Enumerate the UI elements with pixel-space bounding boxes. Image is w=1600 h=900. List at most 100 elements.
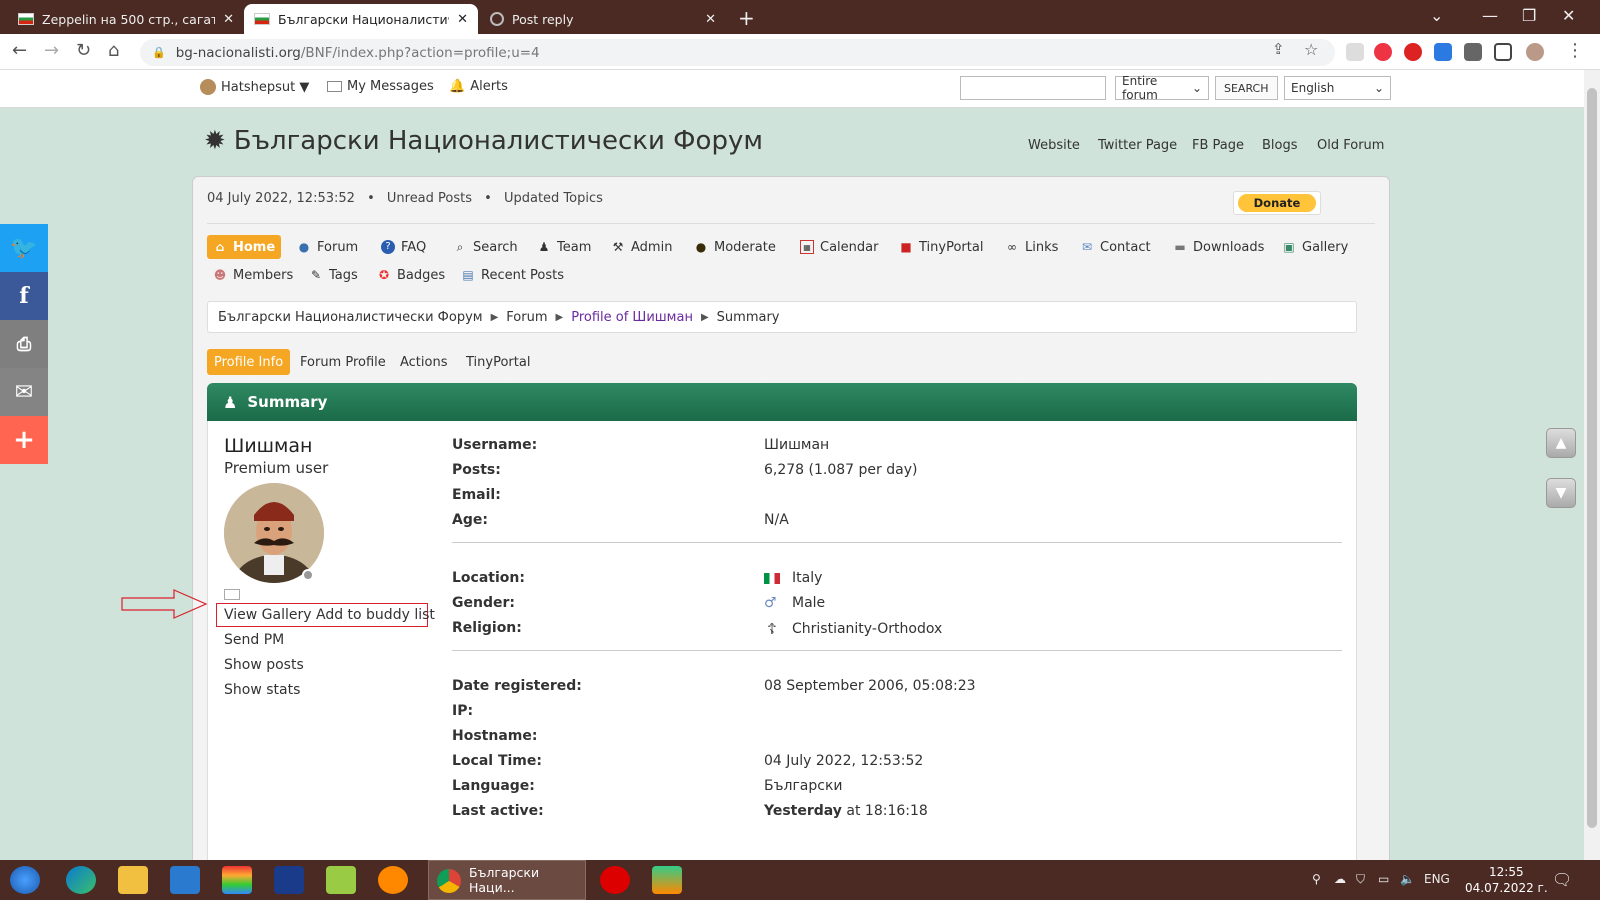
- mail-app-icon[interactable]: [170, 866, 200, 894]
- donate-button[interactable]: Donate: [1233, 191, 1321, 215]
- menu-item-calendar[interactable]: ▦ Calendar: [794, 235, 884, 259]
- block-extension-icon[interactable]: [1374, 43, 1392, 61]
- twitter-share-button[interactable]: 🐦: [0, 224, 48, 272]
- menu-item-tinyportal[interactable]: ■ TinyPortal: [893, 235, 989, 259]
- info-extension-icon[interactable]: [1346, 43, 1364, 61]
- spreadsheet-app-icon[interactable]: [326, 866, 356, 894]
- updated-topics-link[interactable]: Updated Topics: [504, 191, 603, 206]
- menu-item-downloads[interactable]: ▬ Downloads: [1167, 235, 1270, 259]
- close-icon[interactable]: ✕: [223, 12, 234, 27]
- menu-item-tags[interactable]: ✎ Tags: [303, 263, 364, 287]
- my-messages-link[interactable]: My Messages: [327, 79, 434, 94]
- facebook-share-button[interactable]: f: [0, 272, 48, 320]
- menu-item-home[interactable]: ⌂ Home: [207, 235, 282, 259]
- notification-icon[interactable]: 🗨: [1552, 870, 1572, 889]
- tab-search-icon[interactable]: ⌄: [1430, 6, 1443, 25]
- menu-icon[interactable]: ⋮: [1566, 40, 1584, 61]
- profile-avatar[interactable]: [1526, 43, 1544, 61]
- language-select[interactable]: English ⌄: [1284, 76, 1391, 100]
- show-stats-link[interactable]: Show stats: [224, 682, 300, 698]
- send-pm-link[interactable]: Send PM: [224, 632, 284, 648]
- page-scrollbar[interactable]: [1584, 70, 1600, 860]
- tab-tinyportal[interactable]: TinyPortal: [459, 349, 537, 375]
- search-scope-select[interactable]: Entire forum ⌄: [1115, 74, 1209, 102]
- tab-actions[interactable]: Actions: [393, 349, 455, 375]
- print-button[interactable]: ⎙: [0, 320, 48, 368]
- paperclip-icon[interactable]: ⚲: [1312, 872, 1321, 886]
- menu-item-gallery[interactable]: ▣ Gallery: [1276, 235, 1354, 259]
- taskbar-chrome-active[interactable]: Български Наци...: [428, 860, 586, 900]
- fb-page-link[interactable]: FB Page: [1192, 138, 1244, 153]
- system-clock[interactable]: 12:55 04.07.2022 г.: [1465, 864, 1548, 896]
- new-tab-button[interactable]: +: [738, 6, 755, 30]
- twitter-page-link[interactable]: Twitter Page: [1098, 138, 1177, 153]
- close-icon[interactable]: ✕: [457, 12, 468, 27]
- minimize-button[interactable]: —: [1482, 6, 1498, 25]
- menu-item-team[interactable]: ♟ Team: [531, 235, 597, 259]
- browser-tab-active[interactable]: Български Националистически ✕: [244, 4, 478, 34]
- cloud-icon[interactable]: ☁: [1334, 872, 1346, 886]
- input-language[interactable]: ENG: [1424, 872, 1450, 886]
- old-forum-link[interactable]: Old Forum: [1317, 138, 1384, 153]
- reload-icon[interactable]: ↻: [76, 40, 91, 61]
- unread-posts-link[interactable]: Unread Posts: [387, 191, 472, 206]
- forward-arrow-icon[interactable]: →: [44, 40, 59, 61]
- sidebar-icon[interactable]: [1494, 43, 1512, 61]
- bookmark-star-icon[interactable]: ☆: [1304, 40, 1318, 59]
- restore-button[interactable]: ❐: [1522, 6, 1536, 25]
- website-link[interactable]: Website: [1028, 138, 1080, 153]
- blogs-link[interactable]: Blogs: [1262, 138, 1298, 153]
- menu-item-members[interactable]: ☻ Members: [207, 263, 299, 287]
- edge-browser-icon[interactable]: [66, 866, 96, 894]
- menu-item-contact[interactable]: ✉ Contact: [1074, 235, 1157, 259]
- menu-item-admin[interactable]: ⚒ Admin: [605, 235, 678, 259]
- home-icon[interactable]: ⌂: [108, 40, 119, 61]
- start-button-icon[interactable]: [10, 866, 40, 894]
- puzzle-extension-icon[interactable]: [1464, 43, 1482, 61]
- email-share-button[interactable]: ✉: [0, 368, 48, 416]
- breadcrumb-item[interactable]: Български Националистически Форум: [218, 310, 483, 325]
- opera-extension-icon[interactable]: [1404, 43, 1422, 61]
- view-gallery-link[interactable]: View Gallery Add to buddy list: [224, 607, 435, 623]
- browser-tab[interactable]: Zeppelin на 500 стр., сагата за б ✕: [8, 4, 244, 34]
- network-icon[interactable]: ▭: [1378, 872, 1389, 886]
- back-arrow-icon[interactable]: ←: [12, 40, 27, 61]
- tab-profile-info[interactable]: Profile Info: [207, 349, 291, 375]
- show-posts-link[interactable]: Show posts: [224, 657, 304, 673]
- address-bar[interactable]: 🔒 bg-nacionalisti.org/BNF/index.php?acti…: [140, 39, 1335, 66]
- breadcrumb-item[interactable]: Summary: [717, 310, 780, 325]
- search-input[interactable]: [960, 76, 1106, 100]
- forum-title[interactable]: ✹ Български Националистически Форум: [204, 126, 763, 156]
- share-icon[interactable]: ⇪: [1272, 40, 1285, 58]
- menu-item-badges[interactable]: ✪ Badges: [371, 263, 451, 287]
- opera-icon[interactable]: [600, 866, 630, 894]
- email-icon[interactable]: [224, 589, 240, 600]
- browser-tab[interactable]: Post reply ✕: [480, 4, 726, 34]
- more-share-button[interactable]: +: [0, 416, 48, 464]
- alerts-link[interactable]: 🔔 Alerts: [449, 79, 508, 94]
- gimp-icon[interactable]: [378, 866, 408, 894]
- scroll-down-button[interactable]: ▼: [1546, 478, 1576, 508]
- menu-item-links[interactable]: ∞ Links: [999, 235, 1064, 259]
- scroll-up-button[interactable]: ▲: [1546, 428, 1576, 458]
- window-close-button[interactable]: ✕: [1562, 6, 1575, 25]
- pen-extension-icon[interactable]: [1434, 43, 1452, 61]
- menu-item-faq[interactable]: ? FAQ: [375, 235, 432, 259]
- menu-item-search[interactable]: ⌕ Search: [447, 235, 524, 259]
- scrollbar-thumb[interactable]: [1587, 88, 1597, 828]
- search-button[interactable]: SEARCH: [1215, 76, 1278, 100]
- breadcrumb-item[interactable]: Forum: [506, 310, 547, 325]
- volume-icon[interactable]: 🔈: [1400, 872, 1415, 886]
- layers-app-icon[interactable]: [652, 866, 682, 894]
- tab-forum-profile[interactable]: Forum Profile: [293, 349, 393, 375]
- menu-item-recent-posts[interactable]: ▤ Recent Posts: [455, 263, 570, 287]
- user-menu[interactable]: Hatshepsut ▼: [200, 79, 309, 95]
- breadcrumb-item[interactable]: Profile of Шишман: [571, 310, 693, 325]
- shield-icon[interactable]: ⛉: [1356, 872, 1365, 887]
- file-explorer-icon[interactable]: [118, 866, 148, 894]
- menu-item-moderate[interactable]: ● Moderate: [688, 235, 782, 259]
- winrar-icon[interactable]: [222, 866, 252, 894]
- menu-item-forum[interactable]: ● Forum: [291, 235, 364, 259]
- uk-flag-icon[interactable]: [274, 866, 304, 894]
- close-icon[interactable]: ✕: [705, 12, 716, 27]
